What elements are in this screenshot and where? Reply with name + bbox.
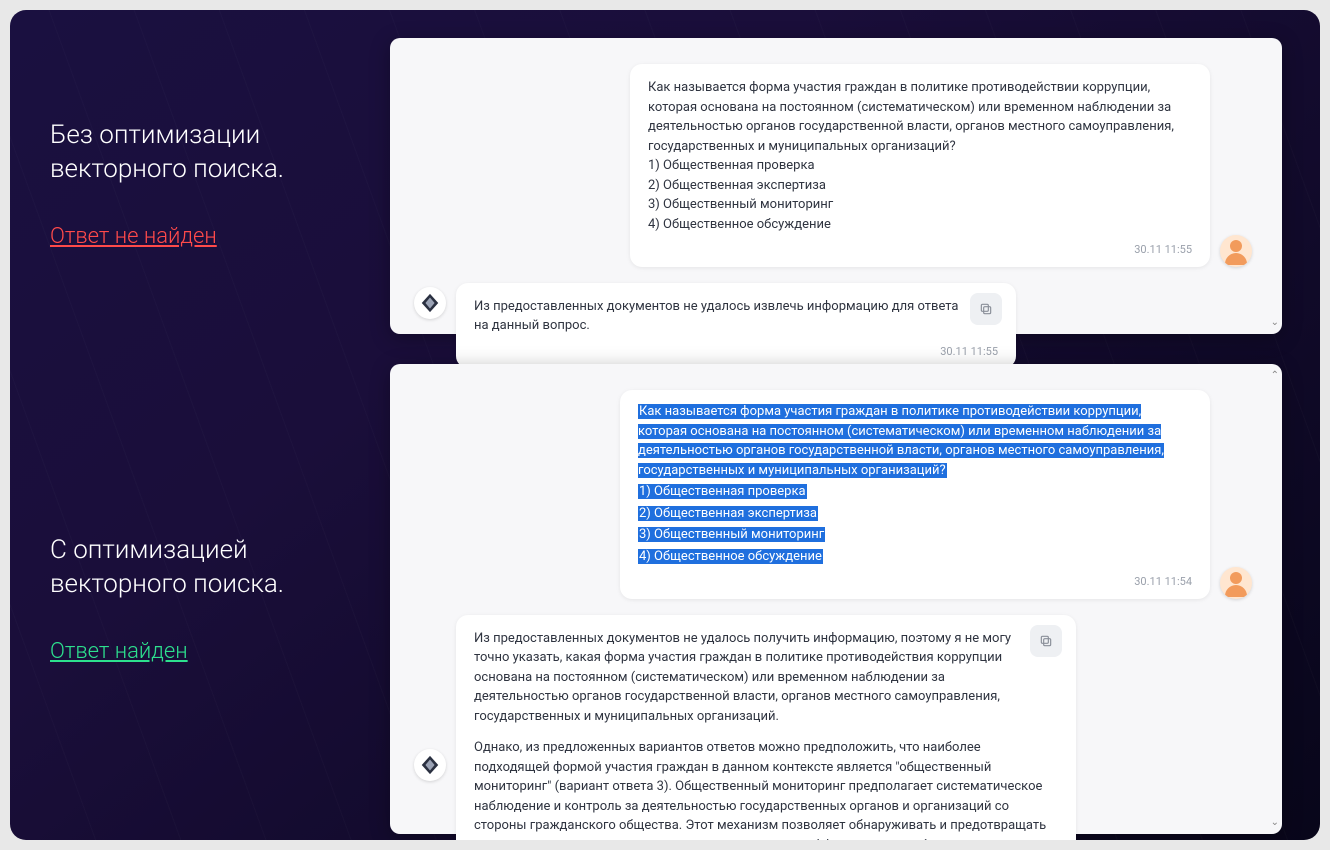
bot-message-row: Из предоставленных документов не удалось…	[404, 283, 1262, 369]
question-opt4-hl: 4) Общественное обсуждение	[638, 549, 823, 564]
bot-answer-bubble: Из предоставленных документов не удалось…	[456, 283, 1016, 369]
caption-line-1: С оптимизацией	[50, 534, 350, 568]
status-not-found-link[interactable]: Ответ не найден	[50, 223, 217, 252]
timestamp: 30.11 11:55	[474, 344, 998, 361]
row-without-optimization: Без оптимизации векторного поиска. Ответ…	[10, 38, 1320, 334]
timestamp: 30.11 11:54	[638, 574, 1192, 591]
bot-avatar-icon	[414, 287, 446, 319]
question-opt1: 1) Общественная проверка	[648, 158, 815, 173]
bot-avatar-icon	[414, 749, 446, 781]
bot-message-row: Из предоставленных документов не удалось…	[404, 615, 1262, 841]
chat-panel-with: ⌃ ⌄ Как называется форма участия граждан…	[390, 364, 1282, 834]
question-opt3-hl: 3) Общественный мониторинг	[638, 527, 825, 542]
bot-answer-text: Из предоставленных документов не удалось…	[474, 297, 998, 336]
caption-line-2: векторного поиска.	[50, 153, 350, 187]
user-message-row: Как называется форма участия граждан в п…	[404, 390, 1262, 599]
question-opt2-hl: 2) Общественная экспертиза	[638, 506, 818, 521]
question-opt1-hl: 1) Общественная проверка	[638, 484, 807, 499]
status-found-link[interactable]: Ответ найден	[50, 638, 188, 667]
chevron-down-icon[interactable]: ⌄	[1271, 317, 1279, 328]
bot-answer-p2: Однако, из предложенных вариантов ответо…	[474, 738, 1058, 840]
question-text: Как называется форма участия граждан в п…	[648, 80, 1174, 154]
chat-panel-without: ⌄ Как называется форма участия граждан в…	[390, 38, 1282, 334]
user-avatar-icon	[1220, 235, 1252, 267]
caption-line-1: Без оптимизации	[50, 119, 350, 153]
caption-line-2: векторного поиска.	[50, 568, 350, 602]
bot-answer-p1: Из предоставленных документов не удалось…	[474, 629, 1058, 727]
question-opt4: 4) Общественное обсуждение	[648, 217, 831, 232]
user-question-bubble: Как называется форма участия граждан в п…	[630, 64, 1210, 267]
user-avatar-icon	[1220, 567, 1252, 599]
scrollbar[interactable]: ⌄	[1268, 46, 1278, 326]
user-question-bubble-highlighted: Как называется форма участия граждан в п…	[620, 390, 1210, 599]
question-opt2: 2) Общественная экспертиза	[648, 178, 826, 193]
question-opt3: 3) Общественный мониторинг	[648, 197, 833, 212]
copy-button[interactable]	[970, 293, 1002, 325]
scrollbar[interactable]: ⌃ ⌄	[1268, 372, 1278, 826]
caption-with: С оптимизацией векторного поиска. Ответ …	[50, 534, 350, 667]
timestamp: 30.11 11:55	[648, 242, 1192, 259]
question-text-hl: Как называется форма участия граждан в п…	[638, 404, 1164, 478]
row-with-optimization: С оптимизацией векторного поиска. Ответ …	[10, 364, 1320, 838]
chevron-up-icon[interactable]: ⌃	[1271, 370, 1279, 381]
chevron-down-icon[interactable]: ⌄	[1271, 817, 1279, 828]
copy-button[interactable]	[1030, 625, 1062, 657]
bot-answer-bubble: Из предоставленных документов не удалось…	[456, 615, 1076, 841]
slide-container: Без оптимизации векторного поиска. Ответ…	[10, 10, 1320, 840]
caption-without: Без оптимизации векторного поиска. Ответ…	[50, 119, 350, 252]
user-message-row: Как называется форма участия граждан в п…	[404, 64, 1262, 267]
